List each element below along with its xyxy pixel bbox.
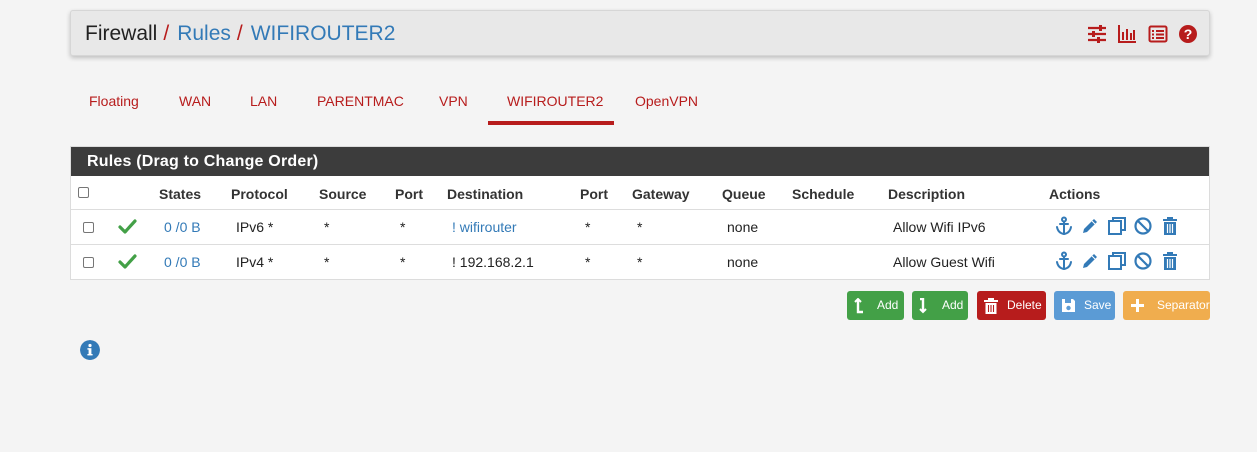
destination-cell: ! 192.168.2.1	[452, 254, 534, 270]
description-cell: Allow Wifi IPv6	[893, 219, 986, 235]
row-actions	[1054, 251, 1182, 273]
check-icon	[118, 219, 137, 234]
tab-vpn[interactable]: VPN	[439, 93, 468, 109]
column-header-description[interactable]: Description	[888, 186, 965, 202]
arrow-down-icon	[919, 298, 927, 314]
add-top-button[interactable]: Add	[847, 291, 904, 320]
bar-chart-icon[interactable]	[1117, 24, 1137, 44]
states-link[interactable]: 0 /0 B	[164, 219, 201, 235]
anchor-icon[interactable]	[1054, 251, 1074, 271]
pencil-icon[interactable]	[1080, 216, 1100, 236]
interface-tabs: Floating WAN LAN PARENTMAC VPN WIFIROUTE…	[70, 80, 770, 126]
queue-cell: none	[727, 219, 759, 235]
disable-icon[interactable]	[1133, 251, 1153, 271]
tab-floating[interactable]: Floating	[89, 93, 139, 109]
breadcrumb-firewall: Firewall	[85, 22, 158, 45]
save-button[interactable]: Save	[1054, 291, 1115, 320]
column-header-destination[interactable]: Destination	[447, 186, 523, 202]
tab-wan[interactable]: WAN	[179, 93, 211, 109]
check-icon	[118, 254, 137, 269]
trash-icon	[984, 298, 998, 314]
separator-button[interactable]: Separator	[1123, 291, 1210, 320]
column-header-states[interactable]: States	[159, 186, 201, 202]
copy-icon[interactable]	[1107, 216, 1127, 236]
tab-lan[interactable]: LAN	[250, 93, 277, 109]
arrow-up-icon	[854, 298, 863, 314]
separator-label: Separator	[1157, 298, 1210, 312]
destination-link[interactable]: ! wifirouter	[452, 219, 517, 235]
column-header-dest-port[interactable]: Port	[580, 186, 608, 202]
gateway-cell: *	[637, 219, 643, 235]
save-label: Save	[1084, 298, 1112, 312]
list-icon[interactable]	[1148, 24, 1168, 44]
column-header-protocol[interactable]: Protocol	[231, 186, 288, 202]
delete-label: Delete	[1007, 298, 1042, 312]
queue-cell: none	[727, 254, 759, 270]
trash-icon[interactable]	[1160, 251, 1180, 271]
gateway-cell: *	[637, 254, 643, 270]
breadcrumb-separator: /	[163, 22, 170, 45]
page-header: Firewall / Rules / WIFIROUTER2 ?	[70, 10, 1210, 56]
row-divider	[71, 244, 1209, 245]
dest-port-cell: *	[585, 219, 591, 235]
column-header-gateway[interactable]: Gateway	[632, 186, 690, 202]
source-cell: *	[324, 254, 330, 270]
breadcrumb-rules-link[interactable]: Rules	[177, 22, 231, 45]
column-header-queue[interactable]: Queue	[722, 186, 766, 202]
svg-text:?: ?	[1184, 26, 1193, 42]
protocol-cell: IPv6 *	[236, 219, 274, 235]
panel-title: Rules (Drag to Change Order)	[71, 147, 1209, 176]
port-cell: *	[400, 219, 406, 235]
trash-icon[interactable]	[1160, 216, 1180, 236]
add-bottom-label: Add	[942, 298, 964, 312]
active-tab-indicator	[488, 121, 614, 125]
add-top-label: Add	[877, 298, 899, 312]
row-divider	[71, 209, 1209, 210]
tab-wifirouter2[interactable]: WIFIROUTER2	[507, 93, 603, 109]
column-header-port[interactable]: Port	[395, 186, 423, 202]
source-cell: *	[324, 219, 330, 235]
column-header-source[interactable]: Source	[319, 186, 366, 202]
add-bottom-button[interactable]: Add	[912, 291, 968, 320]
floppy-icon	[1062, 299, 1075, 312]
anchor-icon[interactable]	[1054, 216, 1074, 236]
delete-button[interactable]: Delete	[977, 291, 1046, 320]
pencil-icon[interactable]	[1080, 251, 1100, 271]
column-header-actions: Actions	[1049, 186, 1101, 202]
protocol-cell: IPv4 *	[236, 254, 274, 270]
tab-parentmac[interactable]: PARENTMAC	[317, 93, 404, 109]
tab-openvpn[interactable]: OpenVPN	[635, 93, 698, 109]
port-cell: *	[400, 254, 406, 270]
header-icons: ?	[1081, 24, 1198, 46]
breadcrumb: Firewall / Rules / WIFIROUTER2	[85, 22, 395, 46]
description-cell: Allow Guest Wifi	[893, 254, 995, 270]
sliders-icon[interactable]	[1087, 24, 1107, 44]
select-all-checkbox[interactable]	[78, 187, 89, 198]
states-link[interactable]: 0 /0 B	[164, 254, 201, 270]
breadcrumb-interface-link[interactable]: WIFIROUTER2	[251, 22, 396, 45]
column-header-schedule[interactable]: Schedule	[792, 186, 854, 202]
row-select-checkbox[interactable]	[83, 257, 94, 268]
breadcrumb-separator: /	[236, 22, 243, 45]
info-icon[interactable]	[80, 340, 100, 360]
row-select-checkbox[interactable]	[83, 222, 94, 233]
rules-panel: Rules (Drag to Change Order) States Prot…	[70, 146, 1210, 280]
help-icon[interactable]: ?	[1178, 24, 1198, 44]
disable-icon[interactable]	[1133, 216, 1153, 236]
dest-port-cell: *	[585, 254, 591, 270]
copy-icon[interactable]	[1107, 251, 1127, 271]
plus-icon	[1131, 299, 1144, 312]
row-actions	[1054, 216, 1182, 238]
